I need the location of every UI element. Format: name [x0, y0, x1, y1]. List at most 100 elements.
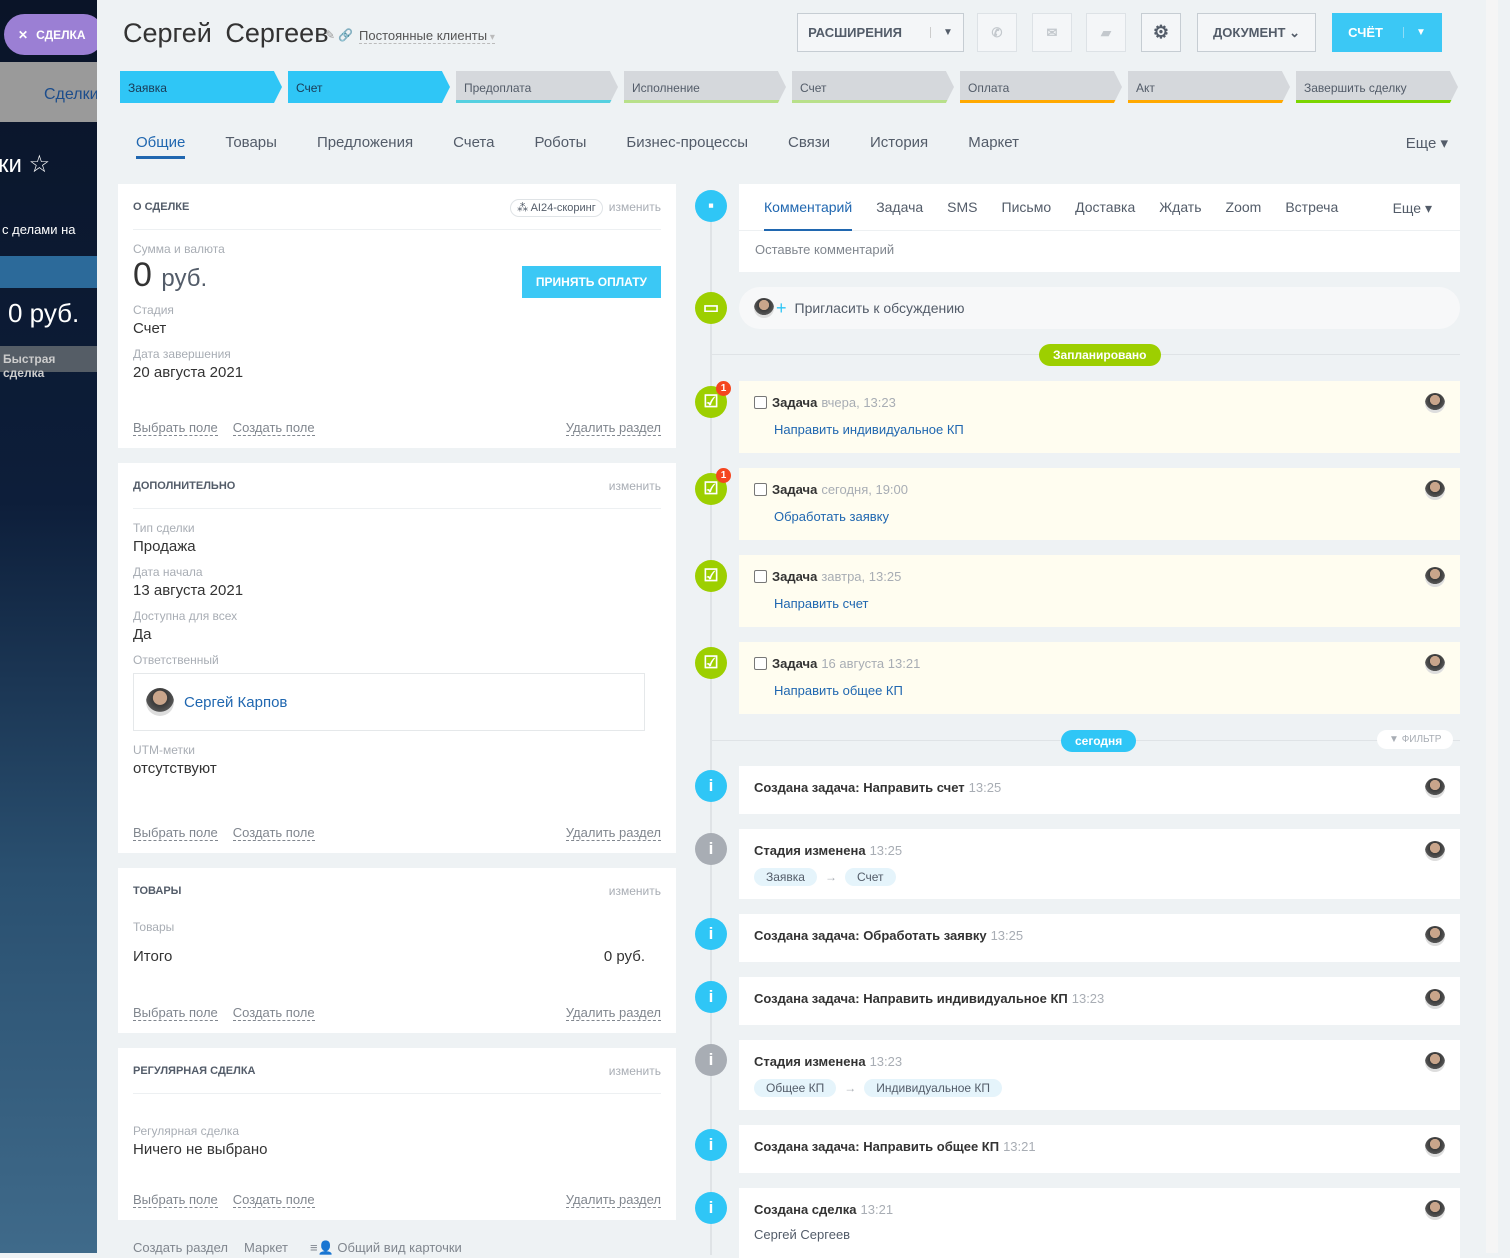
stage-1[interactable]: Счет — [288, 71, 450, 103]
create-field-link[interactable]: Создать поле — [232, 825, 315, 841]
edit-link[interactable]: изменить — [609, 200, 661, 214]
task-checkbox[interactable] — [754, 570, 767, 583]
task-link[interactable]: Обработать заявку — [774, 509, 1445, 524]
common-view-link[interactable]: ≡👤 Общий вид карточки — [310, 1240, 462, 1256]
bg-quick-deal: Быстрая сделка — [0, 346, 97, 380]
edit-link[interactable]: изменить — [609, 479, 661, 493]
document-button[interactable]: ДОКУМЕНТ ⌄ — [1197, 13, 1316, 52]
info-icon: i — [695, 1044, 727, 1076]
mail-icon[interactable]: ✉ — [1032, 13, 1072, 52]
invite-to-discussion[interactable]: + Пригласить к обсуждению — [739, 287, 1460, 329]
filter-icon: ▼ — [1389, 734, 1399, 745]
history-title: Стадия изменена — [754, 843, 866, 858]
create-field-link[interactable]: Создать поле — [232, 1005, 315, 1021]
stage-to: Счет — [844, 868, 896, 886]
task-icon: ☑ — [695, 647, 727, 679]
delete-section-link[interactable]: Удалить раздел — [565, 825, 661, 841]
composer-tab-2[interactable]: SMS — [947, 199, 977, 215]
info-icon: i — [695, 833, 727, 865]
activity-composer: Комментарий Задача SMS Письмо Доставка Ждать Z… — [739, 184, 1460, 272]
select-field-link[interactable]: Выбрать поле — [133, 825, 218, 841]
field-label: Товары — [133, 920, 175, 934]
plus-icon: + — [776, 297, 787, 318]
accept-payment-button[interactable]: ПРИНЯТЬ ОПЛАТУ — [521, 266, 661, 298]
tab-0[interactable]: Общие — [136, 134, 186, 159]
tab-7[interactable]: История — [870, 134, 928, 159]
filter-button[interactable]: ▼ ФИЛЬТР — [1377, 730, 1454, 749]
tab-8[interactable]: Маркет — [968, 134, 1019, 159]
tab-1[interactable]: Товары — [225, 134, 277, 159]
task-checkbox[interactable] — [754, 483, 767, 496]
stage-4[interactable]: Счет — [792, 71, 954, 103]
stage-bar: Заявка Счет Предоплата Исполнение Счет Оплата… — [120, 71, 1458, 103]
create-section-link[interactable]: Создать раздел — [133, 1240, 228, 1256]
scrollbar[interactable] — [1486, 0, 1498, 1253]
tabs-more[interactable]: Еще ▾ — [1406, 134, 1448, 152]
task-link[interactable]: Направить индивидуальное КП — [774, 422, 1445, 437]
history-time: 13:25 — [869, 843, 903, 858]
create-field-link[interactable]: Создать поле — [232, 1192, 315, 1208]
task-title: Задача — [772, 482, 818, 497]
tab-4[interactable]: Роботы — [534, 134, 586, 159]
edit-link[interactable]: изменить — [609, 1064, 661, 1078]
phone-icon[interactable]: ✆ — [977, 13, 1017, 52]
avatar — [146, 688, 174, 716]
tab-3[interactable]: Счета — [453, 134, 494, 159]
edit-link[interactable]: изменить — [609, 884, 661, 898]
section-goods: ТОВАРЫ изменить Товары Итого 0 руб. Выбрат… — [118, 868, 676, 1033]
task-link[interactable]: Направить счет — [774, 596, 1445, 611]
chat-icon[interactable]: ▰ — [1086, 13, 1126, 52]
composer-tab-4[interactable]: Доставка — [1075, 199, 1135, 215]
select-field-link[interactable]: Выбрать поле — [133, 1005, 218, 1021]
stage-3[interactable]: Исполнение — [624, 71, 786, 103]
task-title: Задача — [772, 569, 818, 584]
edit-link-icons[interactable]: ✎ 🔗 — [325, 28, 353, 42]
task-checkbox[interactable] — [754, 657, 767, 670]
background-page: ✕ СДЕЛКА Сделки ки ☆ с делами на 0 руб. Б… — [0, 0, 97, 1253]
goods-total: Итого 0 руб. — [133, 948, 645, 965]
composer-tab-0[interactable]: Комментарий — [764, 184, 853, 231]
invoice-button[interactable]: СЧЁТ ▼ — [1332, 13, 1442, 52]
deal-slider-tab[interactable]: ✕ СДЕЛКА — [4, 14, 97, 55]
bg-amount: 0 руб. — [8, 298, 80, 328]
extensions-button[interactable]: РАСШИРЕНИЯ ▼ — [797, 13, 964, 52]
composer-tab-6[interactable]: Zoom — [1226, 199, 1262, 215]
composer-tab-7[interactable]: Встреча — [1285, 199, 1338, 215]
task-title: Задача — [772, 656, 818, 671]
delete-section-link[interactable]: Удалить раздел — [565, 1005, 661, 1021]
composer-tab-5[interactable]: Ждать — [1159, 199, 1201, 215]
tab-6[interactable]: Связи — [788, 134, 830, 159]
scoring-button[interactable]: ⁂ AI24-скоринг — [510, 198, 603, 217]
tab-5[interactable]: Бизнес-процессы — [626, 134, 748, 159]
task-link[interactable]: Направить общее КП — [774, 683, 1445, 698]
section-title: О СДЕЛКЕ — [133, 200, 190, 213]
chat-icon: ▭ — [695, 292, 727, 324]
stage-0[interactable]: Заявка — [120, 71, 282, 103]
stage-6[interactable]: Акт — [1128, 71, 1290, 103]
field-label: Дата завершения — [133, 347, 231, 361]
history-title: Создана задача: Направить счет — [754, 780, 965, 795]
arrow-right-icon: → — [844, 1081, 857, 1095]
close-icon[interactable]: ✕ — [18, 28, 28, 42]
composer-tab-3[interactable]: Письмо — [1002, 199, 1052, 215]
comment-input[interactable]: Оставьте комментарий — [739, 231, 1460, 268]
select-field-link[interactable]: Выбрать поле — [133, 1192, 218, 1208]
gear-icon[interactable]: ⚙ — [1141, 13, 1181, 52]
stage-7[interactable]: Завершить сделку — [1296, 71, 1458, 103]
chevron-down-icon: ▼ — [1402, 27, 1426, 38]
category-select[interactable]: Постоянные клиенты — [359, 28, 495, 44]
field-label: Доступна для всех — [133, 609, 238, 623]
create-field-link[interactable]: Создать поле — [232, 420, 315, 436]
delete-section-link[interactable]: Удалить раздел — [565, 420, 661, 436]
select-field-link[interactable]: Выбрать поле — [133, 420, 218, 436]
task-icon: ☑ — [695, 560, 727, 592]
responsible-user[interactable]: Сергей Карпов — [133, 673, 645, 731]
tab-2[interactable]: Предложения — [317, 134, 413, 159]
task-checkbox[interactable] — [754, 396, 767, 409]
stage-2[interactable]: Предоплата — [456, 71, 618, 103]
composer-tab-1[interactable]: Задача — [876, 199, 923, 215]
composer-more[interactable]: Еще ▾ — [1393, 200, 1432, 217]
stage-5[interactable]: Оплата — [960, 71, 1122, 103]
delete-section-link[interactable]: Удалить раздел — [565, 1192, 661, 1208]
market-link[interactable]: Маркет — [244, 1240, 288, 1256]
